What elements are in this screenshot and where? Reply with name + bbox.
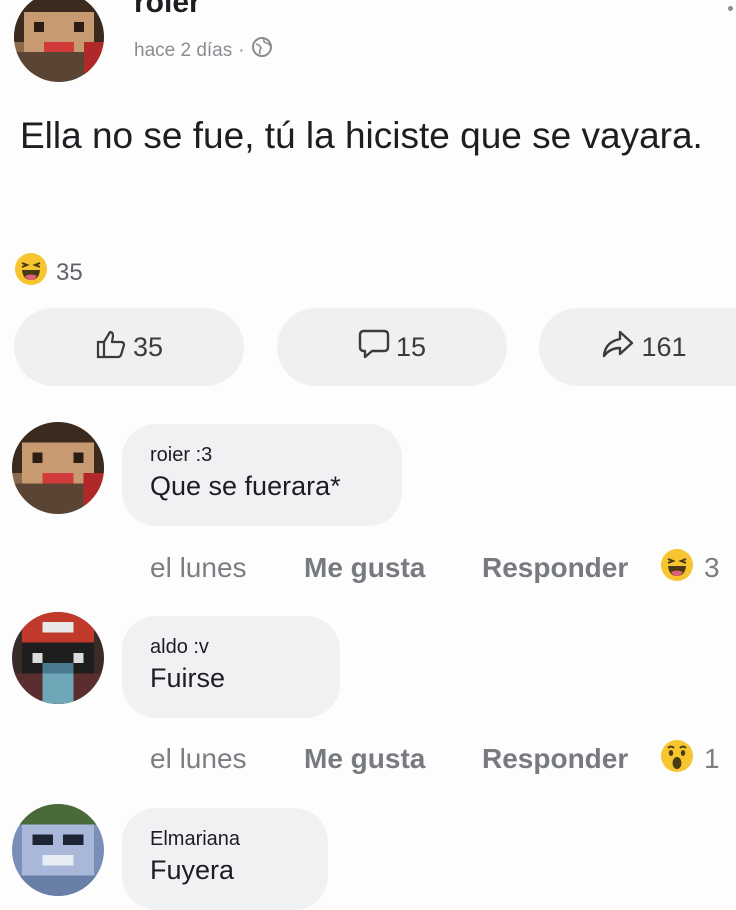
comment-like-button[interactable]: Me gusta xyxy=(304,552,482,584)
comment-reply-button[interactable]: Responder xyxy=(482,743,660,775)
comment-text: Fuirse xyxy=(150,663,226,693)
post-author-avatar[interactable] xyxy=(14,0,104,82)
comment-bubble: roier :3 Que se fuerara* xyxy=(122,424,402,526)
thumbs-up-icon xyxy=(95,329,127,366)
comment-time[interactable]: el lunes xyxy=(150,552,304,584)
comment-bubble: Elmariana Fuyera xyxy=(122,808,328,910)
post-options-icon[interactable] xyxy=(728,6,733,11)
comment-time[interactable]: el lunes xyxy=(150,743,304,775)
comment-actions: el lunes Me gusta Responder 3 xyxy=(150,548,720,588)
comment-author[interactable]: roier :3 xyxy=(150,442,370,468)
comment-reply-button[interactable]: Responder xyxy=(482,552,660,584)
post-timestamp[interactable]: hace 2 días xyxy=(134,39,232,63)
meta-separator: · xyxy=(238,39,245,61)
comment-text: Fuyera xyxy=(150,855,235,885)
comment-avatar[interactable] xyxy=(12,422,104,514)
like-button[interactable]: 35 xyxy=(14,308,244,386)
comment-icon xyxy=(358,328,390,367)
post-text: Ella no se fue, tú la hiciste que se vay… xyxy=(20,115,703,156)
comment-like-button[interactable]: Me gusta xyxy=(304,743,482,775)
comment-avatar[interactable] xyxy=(12,804,104,896)
comment-author[interactable]: aldo :v xyxy=(150,634,308,660)
laughing-emoji-icon xyxy=(660,548,694,589)
post-author-name[interactable]: roier xyxy=(134,0,201,20)
comment-author[interactable]: Elmariana xyxy=(150,826,296,852)
laughing-emoji-icon xyxy=(14,252,48,293)
comment-bubble: aldo :v Fuirse xyxy=(122,616,340,718)
comment-reaction-count: 3 xyxy=(704,552,720,583)
like-count: 35 xyxy=(132,331,164,362)
wow-emoji-icon xyxy=(660,739,694,780)
share-count: 161 xyxy=(641,331,687,362)
comment-actions: el lunes Me gusta Responder 1 xyxy=(150,739,720,779)
post-reaction-summary[interactable]: 35 xyxy=(14,252,83,293)
post-reaction-count: 35 xyxy=(56,258,83,286)
comment-button[interactable]: 15 xyxy=(277,308,507,386)
post-meta: hace 2 días · xyxy=(134,36,273,65)
share-icon xyxy=(601,329,635,366)
comment-count: 15 xyxy=(395,331,427,362)
comment-reactions[interactable]: 3 xyxy=(660,548,720,589)
globe-icon xyxy=(251,36,273,65)
comment-reaction-count: 1 xyxy=(704,743,720,774)
share-button[interactable]: 161 xyxy=(539,308,736,386)
comment-text: Que se fuerara* xyxy=(150,471,341,501)
comment-reactions[interactable]: 1 xyxy=(660,739,720,780)
comment-avatar[interactable] xyxy=(12,612,104,704)
